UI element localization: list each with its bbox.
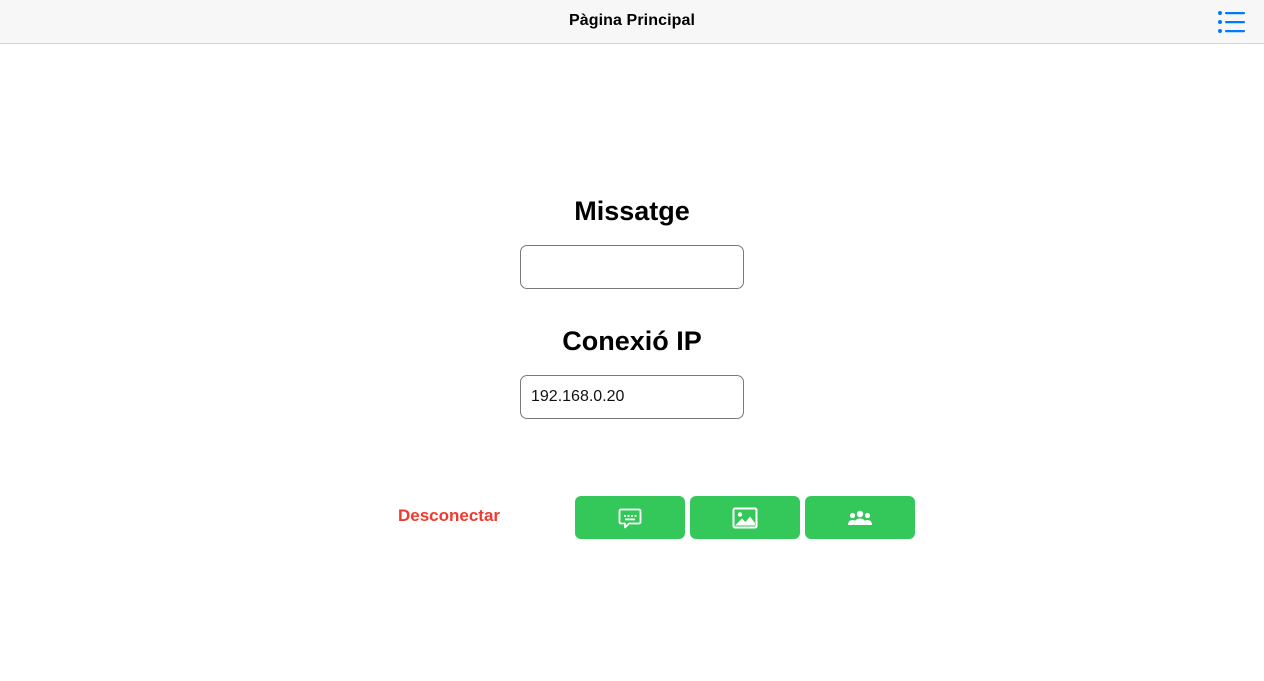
menu-button[interactable]: [1214, 8, 1248, 36]
ip-heading: Conexió IP: [562, 326, 702, 356]
send-message-button[interactable]: [575, 496, 685, 539]
group-button[interactable]: [805, 496, 915, 539]
message-heading: Missatge: [574, 196, 690, 226]
image-icon: [732, 507, 758, 528]
page-title: Pàgina Principal: [568, 12, 696, 29]
navigation-bar: Pàgina Principal: [0, 0, 1264, 44]
list-icon: [1218, 11, 1245, 33]
disconnect-button[interactable]: Desconectar: [388, 506, 510, 526]
message-icon: [618, 508, 642, 528]
group-icon: [848, 510, 872, 525]
message-input[interactable]: [520, 245, 744, 289]
ip-input[interactable]: [520, 375, 744, 419]
send-image-button[interactable]: [690, 496, 800, 539]
